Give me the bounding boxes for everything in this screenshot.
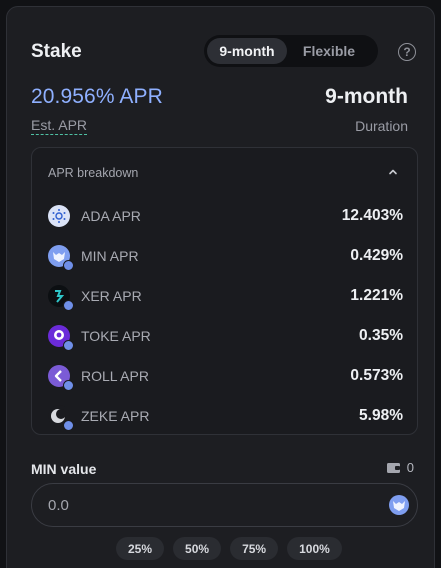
min-value-row: MIN value 0 <box>31 459 414 479</box>
apr-summary: 20.956% APR Est. APR 9-month Duration <box>31 85 408 135</box>
verified-badge-icon <box>63 340 74 351</box>
verified-badge-icon <box>63 380 74 391</box>
list-item-zeke: ZEKE APR 5.98% <box>48 396 403 436</box>
xer-token-icon <box>48 285 74 311</box>
list-item-xer: XER APR 1.221% <box>48 276 403 316</box>
asset-apr-value: 0.429% <box>350 247 403 264</box>
asset-name: TOKE APR <box>81 328 151 344</box>
tab-flexible[interactable]: Flexible <box>287 38 371 64</box>
percent-75-button[interactable]: 75% <box>230 537 279 560</box>
tab-9-month[interactable]: 9-month <box>207 38 287 64</box>
apr-breakdown-title: APR breakdown <box>48 166 139 180</box>
min-token-icon[interactable] <box>389 495 409 515</box>
toke-token-icon <box>48 325 74 351</box>
chevron-up-icon[interactable] <box>387 166 399 178</box>
verified-badge-icon <box>63 420 74 431</box>
verified-badge-icon <box>63 300 74 311</box>
stake-header: Stake 9-month Flexible ? <box>31 35 416 69</box>
min-value-label: MIN value <box>31 461 97 477</box>
asset-name: ADA APR <box>81 208 141 224</box>
question-circle-icon[interactable]: ? <box>398 43 416 61</box>
asset-name: ROLL APR <box>81 368 149 384</box>
percent-buttons: 25% 50% 75% 100% <box>116 537 342 560</box>
wallet-balance: 0 <box>406 460 414 475</box>
percent-50-button[interactable]: 50% <box>173 537 222 560</box>
zeke-token-icon <box>48 405 74 431</box>
min-value-input[interactable] <box>48 484 348 526</box>
apr-breakdown-panel: APR breakdown ADA APR 12.403% MIN APR 0.… <box>31 147 418 435</box>
ada-token-icon <box>48 205 70 227</box>
min-value-input-wrapper <box>31 483 418 527</box>
asset-name: XER APR <box>81 288 142 304</box>
apr-breakdown-list: ADA APR 12.403% MIN APR 0.429% XER APR 1… <box>48 196 403 436</box>
list-item-ada: ADA APR 12.403% <box>48 196 403 236</box>
roll-token-icon <box>48 365 74 391</box>
stake-card: Stake 9-month Flexible ? 20.956% APR Est… <box>6 6 435 568</box>
duration-toggle: 9-month Flexible <box>204 35 378 67</box>
list-item-toke: TOKE APR 0.35% <box>48 316 403 356</box>
asset-apr-value: 0.573% <box>350 367 403 384</box>
duration-summary: 9-month Duration <box>325 85 408 134</box>
asset-apr-value: 5.98% <box>359 407 403 424</box>
asset-name: MIN APR <box>81 248 139 264</box>
stake-title: Stake <box>31 41 82 62</box>
min-token-icon <box>48 245 74 271</box>
asset-apr-value: 12.403% <box>341 207 403 224</box>
apr-breakdown-header[interactable]: APR breakdown <box>48 164 401 182</box>
percent-25-button[interactable]: 25% <box>116 537 165 560</box>
duration-value: 9-month <box>325 85 408 108</box>
verified-badge-icon <box>63 260 74 271</box>
list-item-min: MIN APR 0.429% <box>48 236 403 276</box>
list-item-roll: ROLL APR 0.573% <box>48 356 403 396</box>
percent-100-button[interactable]: 100% <box>287 537 342 560</box>
asset-apr-value: 1.221% <box>350 287 403 304</box>
duration-label: Duration <box>355 118 408 134</box>
asset-name: ZEKE APR <box>81 408 150 424</box>
wallet-icon <box>387 463 400 473</box>
asset-apr-value: 0.35% <box>359 327 403 344</box>
est-apr-label[interactable]: Est. APR <box>31 117 88 135</box>
